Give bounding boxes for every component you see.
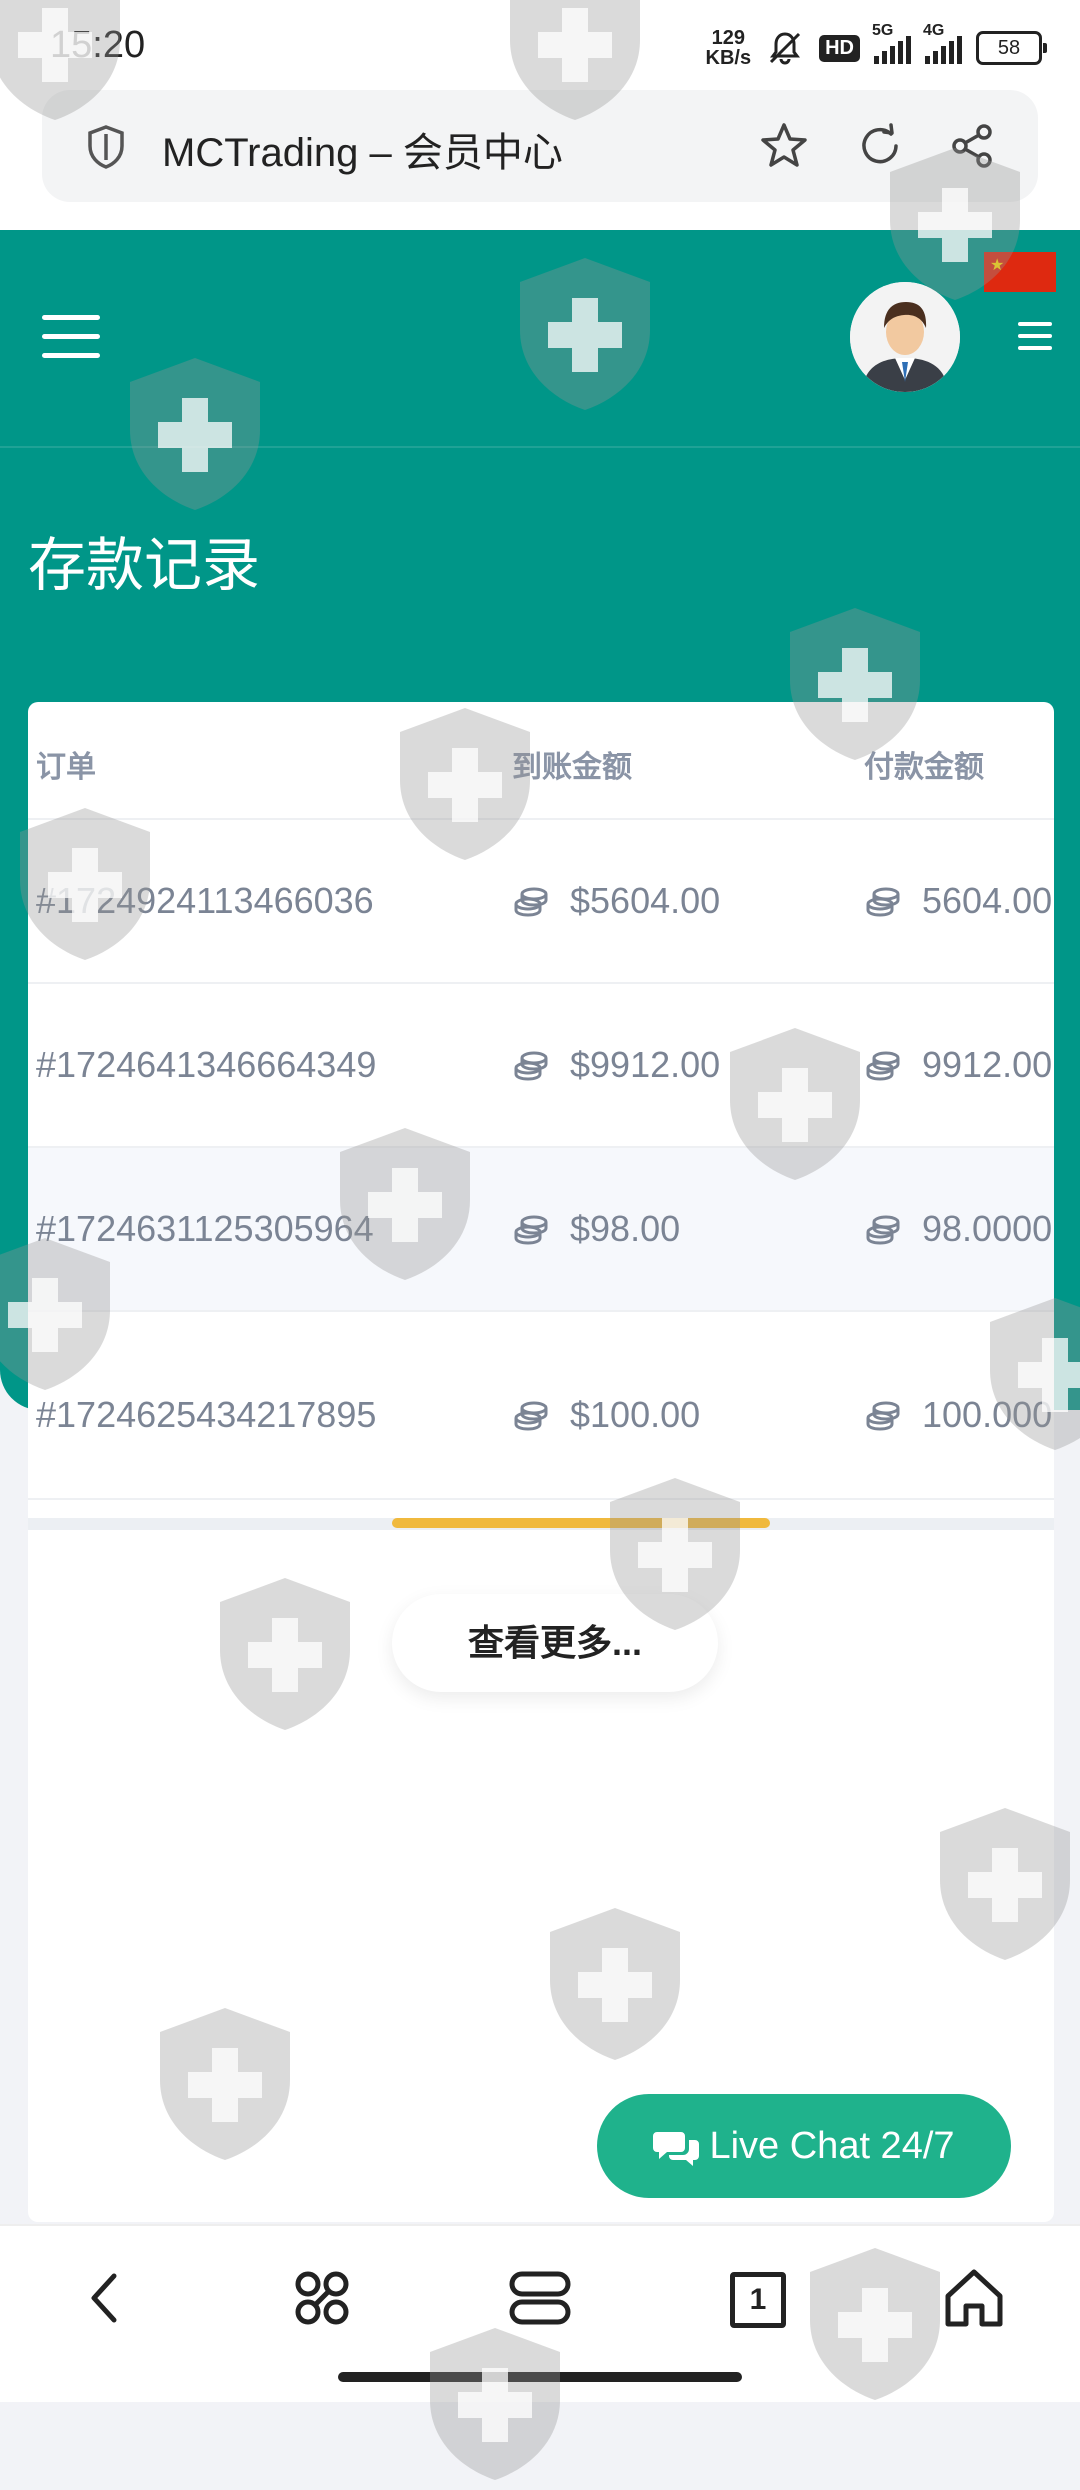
order-id: #1724924113466036 [36, 880, 374, 921]
coins-icon [866, 1215, 900, 1245]
apps-icon[interactable] [286, 2262, 358, 2334]
coins-icon [866, 1401, 900, 1431]
share-icon[interactable] [946, 120, 998, 172]
received-amount: $9912.00 [512, 1044, 720, 1086]
paid-amount: 5604.00 [864, 880, 1054, 922]
mute-bell-icon [770, 32, 801, 65]
coins-icon [866, 887, 900, 917]
avatar[interactable] [850, 282, 960, 392]
signal-4g-icon: 4G [923, 22, 962, 64]
coins-icon [514, 1051, 548, 1081]
status-time: 15:20 [50, 24, 146, 66]
deposit-records-card: 订单 到账金额 付款金额 #1724924113466036 $5604.00 … [28, 702, 1054, 2222]
china-flag-icon[interactable]: ★ [984, 252, 1056, 292]
signal-5g-icon: 5G [872, 22, 911, 64]
browser-toolbar: MCTrading – 会员中心 [0, 90, 1080, 230]
table-row[interactable]: #1724924113466036 $5604.00 5604.00 [28, 820, 1054, 984]
coins-icon [866, 1051, 900, 1081]
table-header: 订单 到账金额 付款金额 [28, 702, 1054, 820]
shield-icon[interactable] [86, 124, 126, 170]
paid-amount: 98.0000 [864, 1208, 1054, 1250]
status-bar: 15:20 129 KB/s HD 5G 4G 58 [0, 0, 1080, 90]
refresh-icon[interactable] [854, 120, 906, 172]
battery-icon: 58 [976, 31, 1047, 65]
coins-icon [514, 1215, 548, 1245]
hd-badge: HD [819, 34, 860, 62]
horizontal-scrollbar-thumb[interactable] [392, 1518, 770, 1528]
deposit-table[interactable]: 订单 到账金额 付款金额 #1724924113466036 $5604.00 … [28, 702, 1054, 1500]
paid-amount: 100.000 [864, 1394, 1054, 1436]
back-icon[interactable] [70, 2262, 142, 2334]
hamburger-menu-icon[interactable] [42, 315, 100, 359]
table-row[interactable]: #1724631125305964 $98.00 98.0000 [28, 1148, 1054, 1312]
coins-icon [514, 1401, 548, 1431]
received-amount: $100.00 [512, 1394, 700, 1436]
home-indicator[interactable] [338, 2372, 742, 2382]
column-header-received: 到账金额 [512, 751, 632, 784]
received-amount: $98.00 [512, 1208, 680, 1250]
menu-icon[interactable] [504, 2262, 576, 2334]
order-id: #1724641346664349 [36, 1044, 377, 1085]
tab-count: 1 [730, 2272, 786, 2328]
table-row[interactable]: #1724625434217895 $100.00 100.000 [28, 1312, 1054, 1500]
page-title: 存款记录 [28, 533, 261, 598]
live-chat-button[interactable]: Live Chat 24/7 [597, 2094, 1011, 2198]
star-icon[interactable] [758, 120, 810, 172]
tabs-icon[interactable]: 1 [720, 2262, 792, 2334]
column-header-paid: 付款金额 [864, 751, 984, 784]
menu-icon[interactable] [1018, 322, 1052, 352]
user-avatar-icon [850, 282, 960, 392]
page-url-title[interactable]: MCTrading – 会员中心 [162, 120, 563, 178]
header-divider [0, 446, 1080, 448]
status-icons: 129 KB/s HD 5G 4G 58 [705, 22, 1047, 70]
order-id: #1724631125305964 [36, 1208, 374, 1249]
coins-icon [514, 887, 548, 917]
chat-bubbles-icon [653, 2131, 700, 2166]
order-id: #1724625434217895 [36, 1394, 377, 1435]
column-header-order: 订单 [36, 751, 96, 784]
received-amount: $5604.00 [512, 880, 720, 922]
view-more-button[interactable]: 查看更多... [392, 1594, 718, 1692]
paid-amount: 9912.00 [864, 1044, 1054, 1086]
table-row[interactable]: #1724641346664349 $9912.00 9912.00 [28, 984, 1054, 1148]
address-bar[interactable]: MCTrading – 会员中心 [42, 90, 1038, 202]
network-speed: 129 KB/s [705, 27, 752, 69]
home-icon[interactable] [938, 2262, 1010, 2334]
